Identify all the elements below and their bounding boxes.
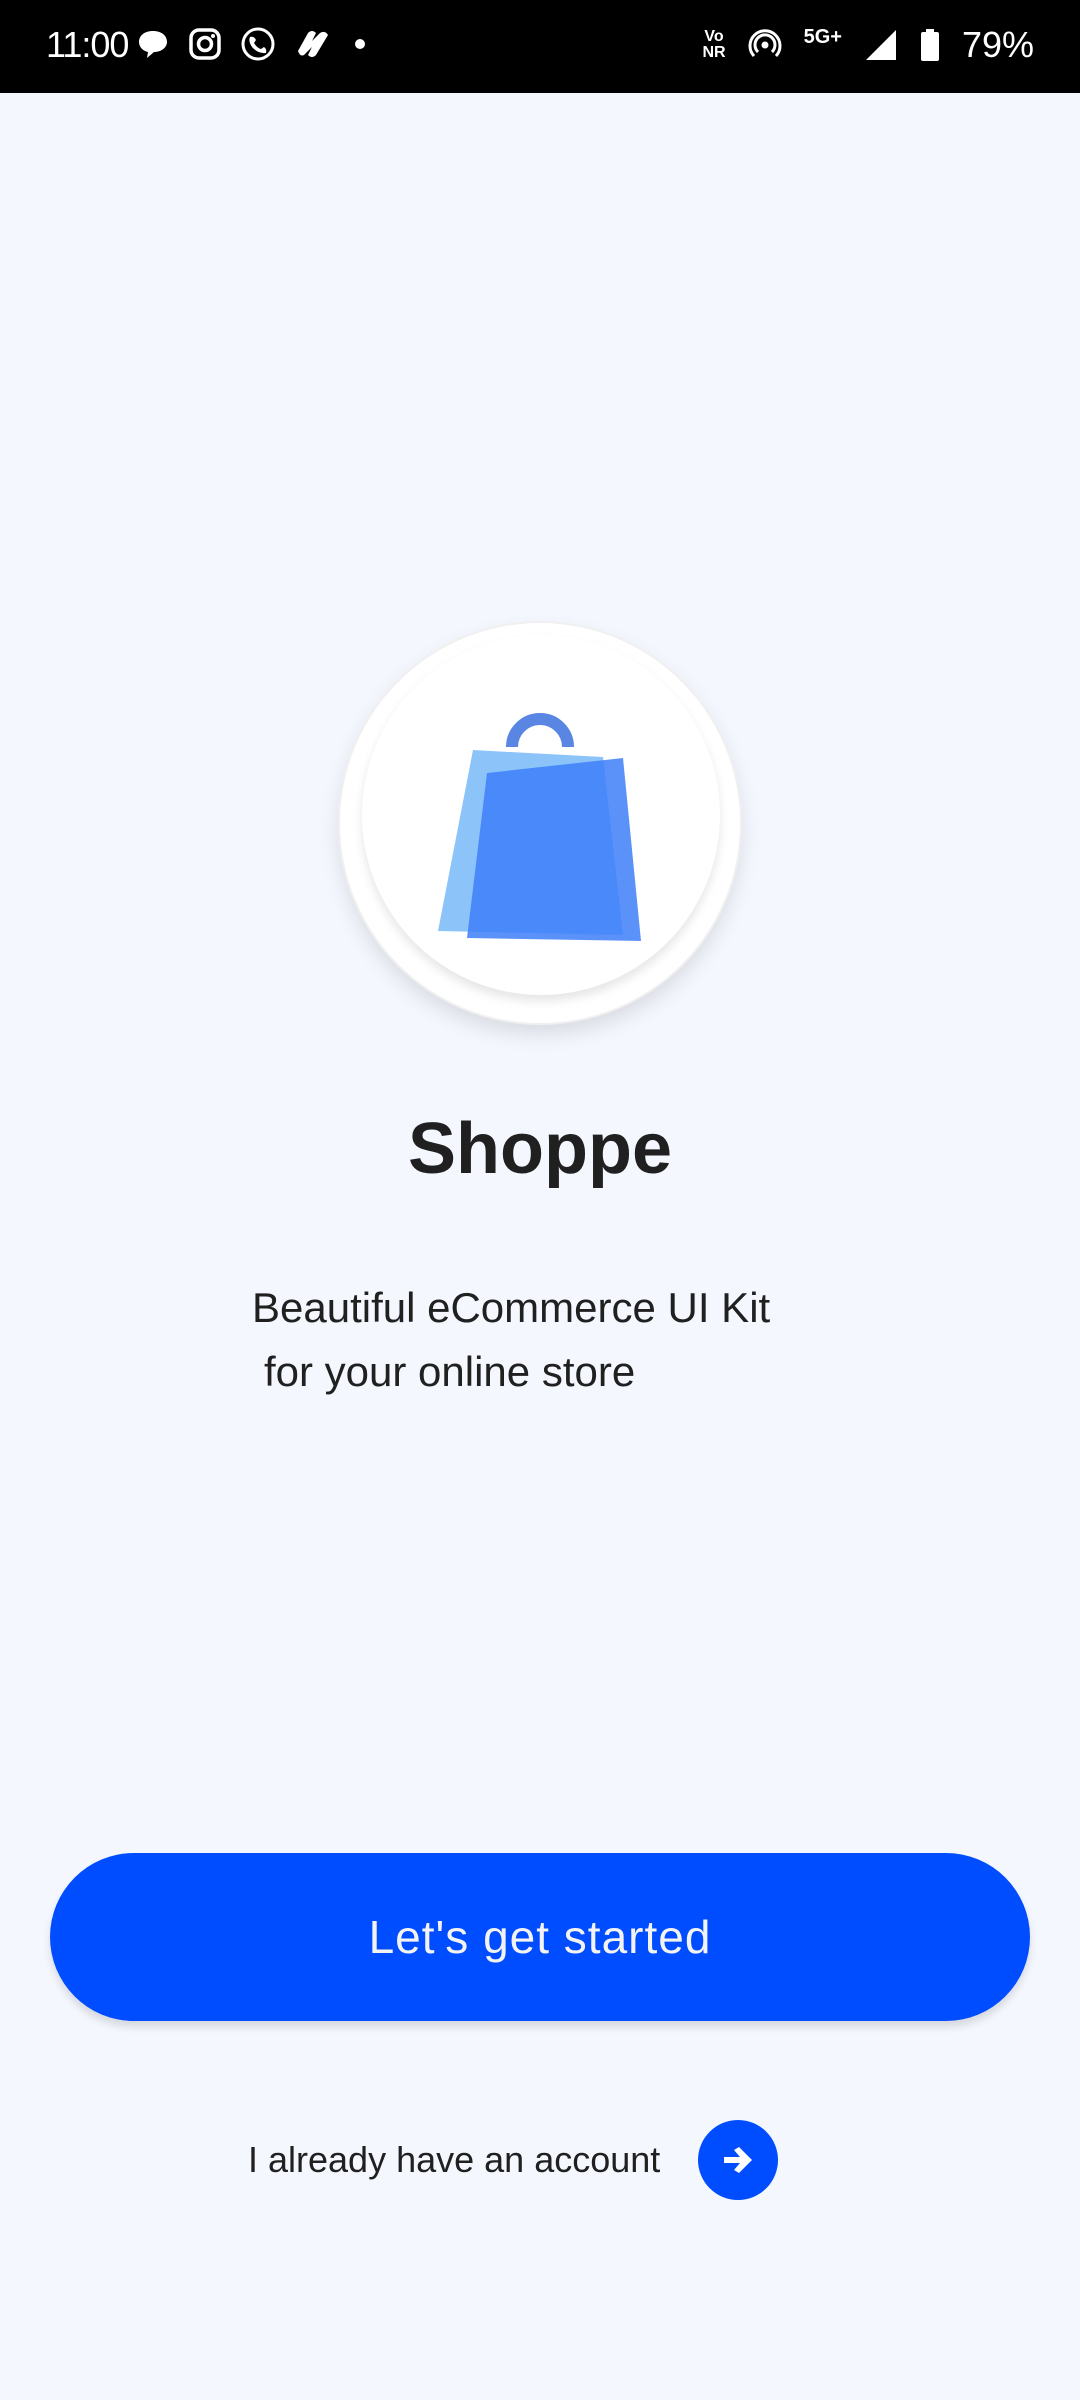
get-started-button[interactable]: Let's get started xyxy=(50,1853,1030,2021)
app-subtitle: Beautiful eCommerce UI Kit for your onli… xyxy=(252,1276,892,1404)
volte-bottom-label: NR xyxy=(702,44,726,61)
login-link[interactable]: I already have an account xyxy=(248,2120,779,2200)
notification-icons xyxy=(136,26,370,62)
globe-phone-icon xyxy=(240,26,276,62)
chat-bubble-icon xyxy=(136,27,170,61)
tool-app-icon xyxy=(294,27,332,61)
system-icons: Vo NR 5G+ 79% xyxy=(702,24,1034,66)
dot-icon xyxy=(350,27,370,61)
hotspot-icon xyxy=(748,28,782,62)
volte-top-label: Vo xyxy=(704,28,724,45)
shopping-bag-icon xyxy=(438,713,641,941)
battery-percent: 79% xyxy=(961,24,1034,65)
signal-icon xyxy=(864,28,898,62)
subtitle-line-2: for your online store xyxy=(264,1348,636,1395)
login-arrow-button[interactable] xyxy=(698,2120,779,2200)
status-bar: 11:00 Vo NR 5G+ 79% xyxy=(0,0,1080,93)
subtitle-line-1: Beautiful eCommerce UI Kit xyxy=(252,1284,771,1331)
app-title: Shoppe xyxy=(408,1109,672,1189)
login-label[interactable]: I already have an account xyxy=(248,2139,660,2181)
arrow-right-icon xyxy=(724,2147,753,2173)
volte-icon: Vo NR xyxy=(702,29,725,61)
status-time: 11:00 xyxy=(46,24,129,65)
instagram-icon xyxy=(188,27,222,61)
app-logo xyxy=(340,623,740,1023)
network-type: 5G+ xyxy=(803,25,842,48)
battery-icon xyxy=(920,28,940,62)
